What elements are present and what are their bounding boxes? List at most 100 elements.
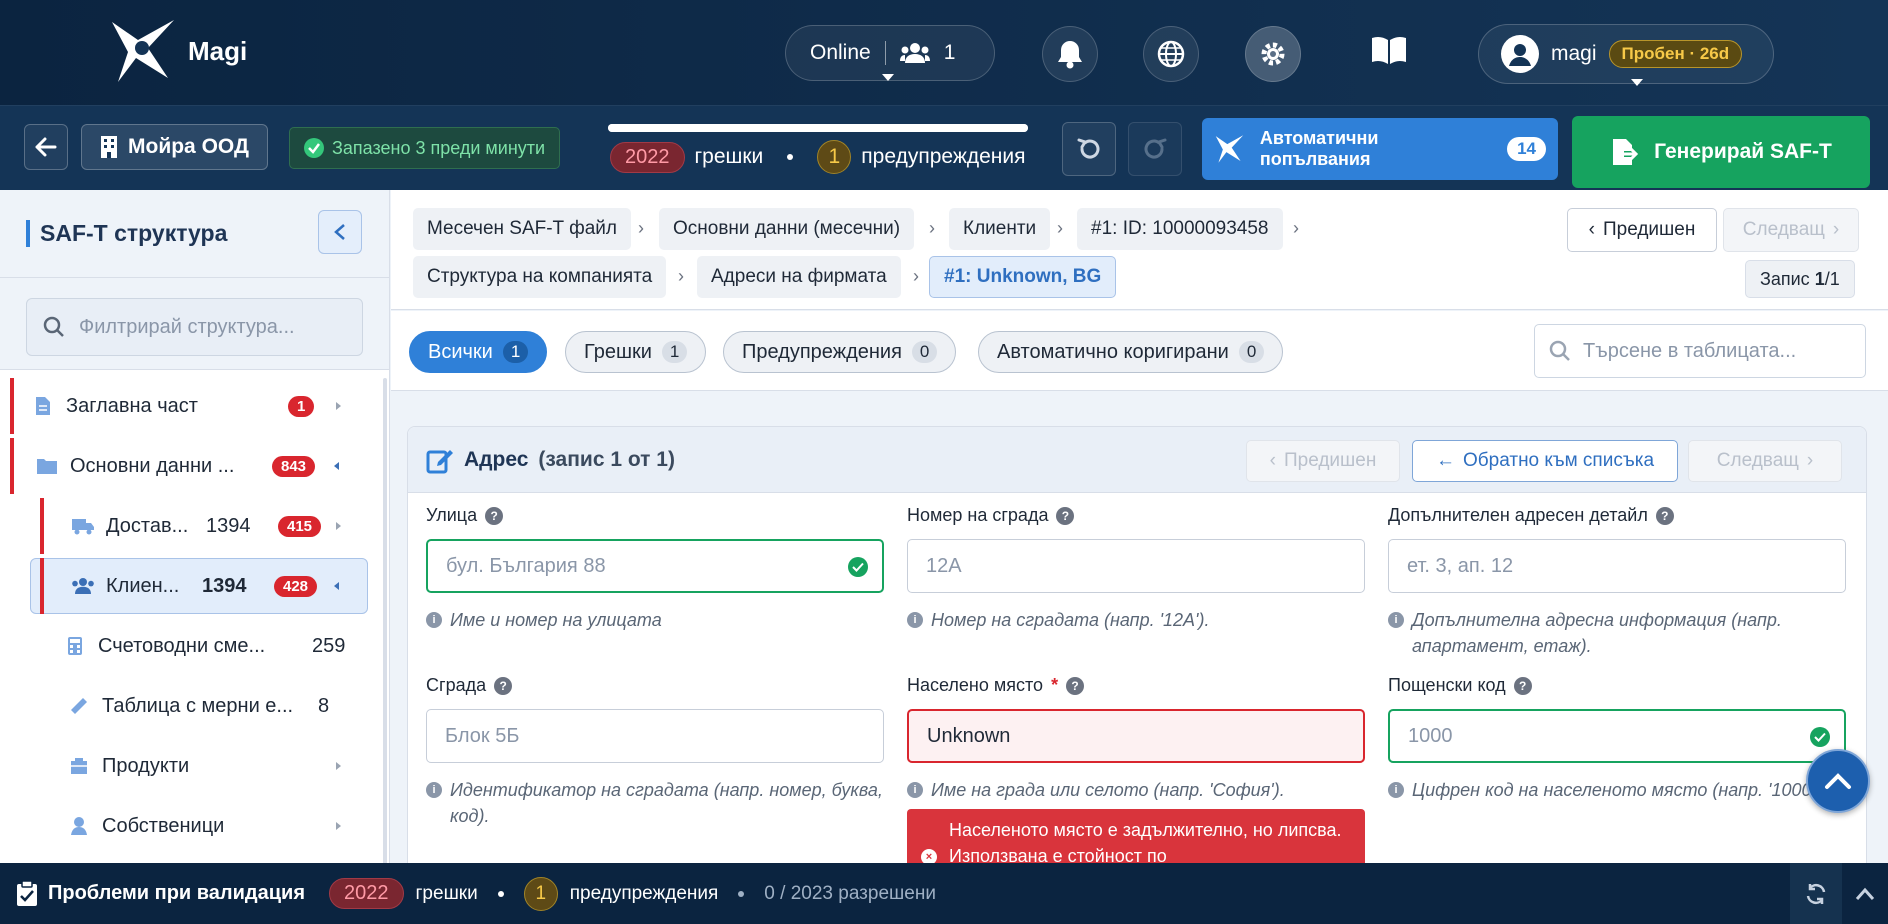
filter-count: 0 — [911, 341, 938, 363]
building-number-input[interactable]: 12A — [907, 539, 1365, 593]
form-prev-label: Предишен — [1283, 450, 1377, 471]
sidebar-item-master-data[interactable]: Основни данни ... 843 — [34, 438, 350, 494]
help-icon[interactable]: ? — [1655, 506, 1674, 525]
help-icon[interactable]: ? — [1513, 676, 1532, 695]
filter-errors[interactable]: Грешки 1 — [565, 331, 707, 373]
required-marker: * — [1051, 675, 1059, 695]
docs-button[interactable] — [1370, 34, 1408, 71]
user-menu[interactable]: magi Пробен · 26d — [1478, 24, 1774, 86]
breadcrumb-item[interactable]: Основни данни (месечни) — [659, 208, 915, 250]
settings-button[interactable] — [1245, 26, 1301, 82]
help-icon[interactable]: ? — [1056, 506, 1075, 525]
expand-panel-button[interactable] — [1842, 863, 1888, 924]
app-logo[interactable]: Magi — [108, 18, 247, 84]
sidebar-item-products[interactable]: Продукти — [66, 738, 350, 794]
prev-label: Предишен — [1602, 219, 1696, 240]
filter-label: Предупреждения — [742, 340, 902, 363]
sidebar-item-label: Основни данни ... — [70, 454, 235, 477]
help-icon[interactable]: ? — [1066, 676, 1085, 695]
arrow-left-icon: ← — [1435, 450, 1455, 471]
company-button[interactable]: Мойра ООД — [81, 124, 268, 170]
hint-text: Идентификатор на сградата (напр. номер, … — [450, 780, 883, 826]
collapse-sidebar-button[interactable] — [318, 210, 362, 254]
building-number-placeholder: 12A — [926, 554, 962, 577]
address-form-card: Адрес (запис 1 от 1) ‹ Предишен ← Обратн… — [407, 426, 1867, 876]
expand-arrow-icon — [336, 402, 341, 410]
form-title: Адрес — [464, 447, 529, 471]
sidebar-item-count: 8 — [318, 694, 330, 717]
errors-label: грешки — [694, 145, 764, 168]
city-hint: i Име на града или селото (напр. 'София'… — [907, 777, 1367, 803]
help-icon[interactable]: ? — [485, 506, 504, 525]
scroll-to-top-button[interactable] — [1806, 749, 1870, 813]
sidebar-item-suppliers[interactable]: Достав... 1394 415 — [70, 498, 350, 554]
building-placeholder: Блок 5Б — [445, 724, 520, 747]
sidebar-item-units[interactable]: Таблица с мерни е... 8 — [66, 678, 366, 734]
sidebar-item-header[interactable]: Заглавна част 1 — [30, 378, 350, 434]
auto-fill-button[interactable]: Автоматични попълвания 14 — [1202, 118, 1558, 180]
search-icon — [1549, 340, 1570, 361]
error-indicator — [40, 558, 44, 614]
next-record-button[interactable]: Следващ › — [1723, 208, 1859, 252]
validation-stats[interactable]: 2022 грешки 1 предупреждения — [610, 140, 1026, 174]
help-icon[interactable]: ? — [494, 676, 513, 695]
table-search-input[interactable]: Търсене в таблицата... — [1534, 324, 1866, 378]
redo-button[interactable] — [1128, 122, 1182, 176]
form-next-label: Следващ — [1716, 450, 1799, 471]
form-prev-button[interactable]: ‹ Предишен — [1246, 440, 1400, 482]
breadcrumb-item[interactable]: Месечен SAF-T файл — [413, 208, 631, 250]
magi-logo-icon — [112, 20, 174, 82]
back-to-list-button[interactable]: ← Обратно към списъка — [1412, 440, 1678, 482]
building-input[interactable]: Блок 5Б — [426, 709, 884, 763]
online-count: 1 — [943, 41, 956, 64]
postal-code-input[interactable]: 1000 — [1388, 709, 1846, 763]
breadcrumb-item[interactable]: #1: ID: 10000093458 — [1077, 208, 1283, 250]
info-icon: i — [1388, 782, 1404, 798]
breadcrumb-item[interactable]: Адреси на фирмата — [697, 256, 901, 298]
sidebar-item-count: 1394 — [202, 574, 247, 597]
sidebar-item-customers[interactable]: Клиен... 1394 428 — [70, 558, 350, 614]
validation-summary[interactable]: 2022 грешки 1 предупреждения 0 / 2023 ра… — [329, 876, 936, 911]
chevron-right-icon: › — [638, 218, 644, 238]
additional-detail-input[interactable]: ет. 3, ап. 12 — [1388, 539, 1846, 593]
generate-saft-button[interactable]: Генерирай SAF-T — [1572, 116, 1870, 188]
form-next-button[interactable]: Следващ › — [1688, 440, 1842, 482]
language-button[interactable] — [1143, 26, 1199, 82]
warnings-badge: 1 — [523, 876, 558, 911]
users-icon — [72, 578, 94, 594]
undo-button[interactable] — [1062, 122, 1116, 176]
filter-all[interactable]: Всички 1 — [409, 331, 548, 373]
chevron-up-icon — [1825, 773, 1851, 789]
structure-filter-input[interactable]: Филтрирай структура... — [26, 298, 363, 356]
prev-record-button[interactable]: ‹ Предишен — [1567, 208, 1717, 252]
back-button[interactable] — [24, 124, 68, 170]
refresh-button[interactable] — [1790, 863, 1842, 924]
breadcrumb-item[interactable]: Структура на компанията — [413, 256, 667, 298]
street-placeholder: бул. България 88 — [446, 554, 606, 577]
record-current: 1 — [1814, 268, 1825, 289]
sidebar-scrollbar[interactable] — [383, 378, 387, 878]
sidebar-item-owners[interactable]: Собственици — [66, 798, 350, 854]
check-circle-icon — [1810, 727, 1830, 747]
filter-warnings[interactable]: Предупреждения 0 — [723, 331, 957, 373]
breadcrumb-item[interactable]: Клиенти — [949, 208, 1051, 250]
city-input[interactable]: Unknown — [907, 709, 1365, 763]
warnings-label: предупреждения — [861, 145, 1026, 168]
online-users-dropdown[interactable]: Online 1 — [785, 25, 995, 81]
postal-code-hint: i Цифрен код на населеното място (напр. … — [1388, 777, 1848, 803]
info-icon: i — [426, 782, 442, 798]
expand-arrow-icon — [336, 522, 341, 530]
chevron-down-icon — [882, 74, 894, 81]
sidebar-item-accounts[interactable]: Счетоводни сме... 259 — [62, 618, 362, 674]
toolbar: Мойра ООД Запазено 3 преди минути 2022 г… — [0, 105, 1888, 190]
chevron-right-icon: › — [1293, 218, 1299, 238]
filter-auto-corrected[interactable]: Автоматично коригирани 0 — [978, 331, 1284, 373]
street-input[interactable]: бул. България 88 — [426, 539, 884, 593]
magi-logo-icon — [1215, 135, 1244, 163]
generate-label: Генерирай SAF-T — [1654, 140, 1832, 163]
street-hint: i Име и номер на улицата — [426, 607, 886, 633]
breadcrumb-current[interactable]: #1: Unknown, BG — [929, 256, 1117, 298]
notifications-button[interactable] — [1042, 26, 1098, 82]
validation-progress-fill — [608, 124, 1028, 132]
errors-badge: 2022 — [329, 878, 404, 909]
